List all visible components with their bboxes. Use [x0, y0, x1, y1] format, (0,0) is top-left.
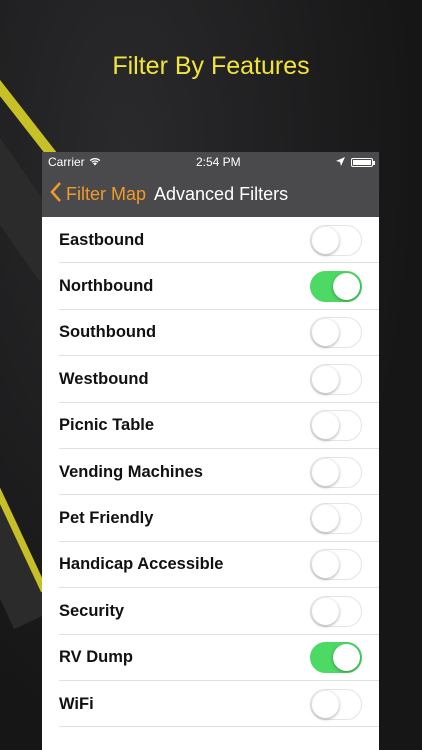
toggle-knob	[312, 365, 339, 393]
filter-toggle[interactable]	[310, 363, 362, 395]
filter-row: Eastbound	[42, 217, 379, 264]
filter-toggle[interactable]	[310, 642, 362, 674]
filter-row: Handicap Accessible	[42, 542, 379, 589]
filter-label: Northbound	[59, 277, 154, 296]
filter-row: Southbound	[42, 310, 379, 357]
filter-label: Southbound	[59, 323, 157, 342]
nav-title: Advanced Filters	[154, 184, 289, 204]
filter-label: Westbound	[59, 369, 149, 388]
filter-row: Pet Friendly	[42, 495, 379, 543]
filter-label: Security	[59, 601, 125, 620]
filter-row: Vending Machines	[42, 449, 379, 496]
filter-row: WiFi	[42, 681, 379, 728]
filter-label: RV Dump	[59, 648, 133, 667]
filter-row: RV Dump	[42, 635, 379, 682]
filter-toggle[interactable]	[310, 595, 362, 627]
filter-label: Picnic Table	[59, 416, 155, 435]
filter-label: Eastbound	[59, 230, 145, 249]
back-button[interactable]: Filter Map	[50, 181, 147, 208]
filter-row: Northbound	[42, 263, 379, 311]
back-label: Filter Map	[66, 184, 147, 204]
toggle-knob	[312, 690, 339, 718]
toggle-knob	[312, 505, 339, 533]
toggle-knob	[333, 644, 360, 672]
toggle-knob	[312, 226, 339, 254]
toggle-knob	[312, 412, 339, 440]
toggle-knob	[333, 273, 360, 301]
toggle-knob	[312, 458, 339, 486]
clock: 2:54 PM	[195, 155, 241, 169]
toggle-knob	[312, 319, 339, 347]
location-arrow-icon	[336, 155, 345, 169]
filter-label: Vending Machines	[59, 462, 203, 481]
filter-toggle[interactable]	[310, 271, 362, 303]
filter-row: Westbound	[42, 356, 379, 403]
filter-toggle[interactable]	[310, 456, 362, 488]
status-bar: Carrier 2:54 PM	[42, 152, 379, 172]
filter-label: WiFi	[59, 694, 94, 713]
battery-icon	[351, 157, 375, 167]
filter-label: Handicap Accessible	[59, 555, 224, 574]
carrier-label: Carrier	[48, 155, 85, 169]
toggle-knob	[312, 597, 339, 625]
headline: Filter By Features	[112, 52, 310, 80]
filter-list: Eastbound Northbound Southbound Westbound Pi…	[42, 217, 379, 728]
phone-screen: Carrier 2:54 PM Filter Map Advanced Filt…	[42, 152, 379, 750]
filter-toggle[interactable]	[310, 688, 362, 720]
filter-row: Picnic Table	[42, 403, 379, 450]
toggle-knob	[312, 551, 339, 579]
filter-toggle[interactable]	[310, 224, 362, 256]
filter-row: Security	[42, 588, 379, 635]
filter-toggle[interactable]	[310, 410, 362, 442]
filter-label: Pet Friendly	[59, 509, 154, 528]
navigation-bar: Filter Map Advanced Filters	[42, 172, 379, 217]
filter-toggle[interactable]	[310, 549, 362, 581]
wifi-icon	[89, 155, 101, 169]
filter-toggle[interactable]	[310, 317, 362, 349]
chevron-left-icon	[50, 181, 62, 208]
filter-toggle[interactable]	[310, 503, 362, 535]
